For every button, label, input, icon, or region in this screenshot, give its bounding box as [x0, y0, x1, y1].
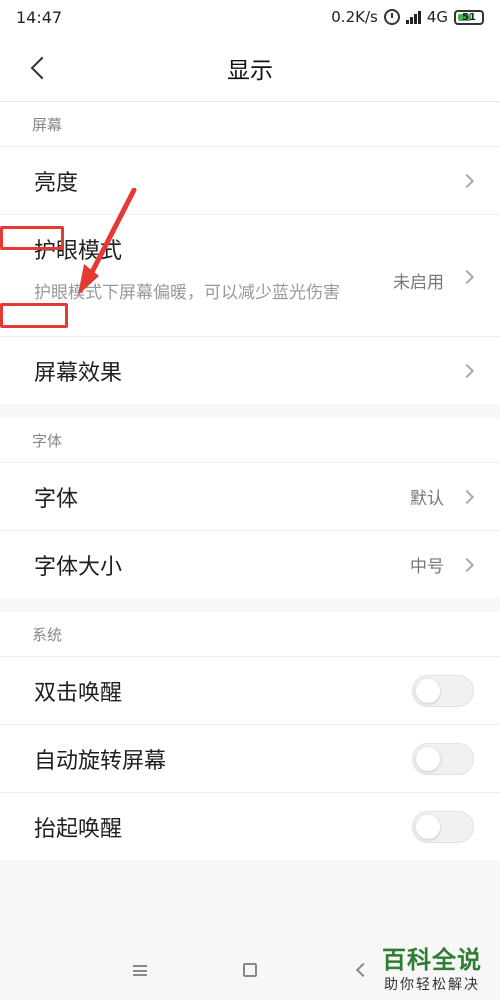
- raise-to-wake-setting[interactable]: 抬起唤醒: [0, 792, 500, 860]
- signal-icon: [405, 10, 421, 24]
- home-button[interactable]: [235, 955, 265, 985]
- chevron-right-icon: [459, 489, 475, 504]
- home-square-icon: [243, 963, 257, 977]
- back-chevron-icon: [30, 56, 54, 80]
- alarm-icon: [383, 9, 400, 25]
- section-label-screen: 屏幕: [32, 115, 63, 134]
- highlight-box-bottom: [0, 303, 68, 328]
- auto-rotate-label: 自动旋转屏幕: [34, 748, 167, 774]
- page-title: 显示: [227, 57, 273, 84]
- chevron-right-icon: [459, 173, 475, 188]
- section-label-font: 字体: [32, 431, 63, 450]
- font-size-setting[interactable]: 字体大小 中号: [0, 530, 500, 598]
- status-indicators: 0.2K/s 4G 51: [331, 8, 484, 26]
- screen-effect-setting[interactable]: 屏幕效果: [0, 336, 500, 404]
- section-label-system: 系统: [32, 625, 63, 644]
- raise-to-wake-label: 抬起唤醒: [34, 816, 123, 842]
- settings-header: 显示: [0, 34, 500, 102]
- network-speed: 0.2K/s: [331, 8, 378, 26]
- watermark-title: 百科全说: [382, 946, 482, 974]
- watermark-logo: 百科全说 助你轻松解决: [382, 946, 482, 994]
- font-size-label: 字体大小: [34, 554, 123, 580]
- chevron-right-icon: [459, 363, 475, 378]
- double-tap-wake-toggle[interactable]: [412, 674, 474, 707]
- watermark-subtitle: 助你轻松解决: [384, 977, 480, 993]
- recent-apps-button[interactable]: [125, 955, 155, 985]
- font-section: 字体 字体 默认 字体大小 中号: [0, 418, 500, 598]
- font-value: 默认: [410, 489, 444, 509]
- double-tap-wake-label: 双击唤醒: [34, 680, 123, 706]
- status-time: 14:47: [16, 7, 63, 27]
- screen-effect-label: 屏幕效果: [34, 360, 123, 386]
- back-icon: [355, 962, 371, 978]
- red-arrow-icon: [78, 188, 137, 295]
- auto-rotate-toggle[interactable]: [412, 742, 474, 775]
- double-tap-wake-setting[interactable]: 双击唤醒: [0, 656, 500, 724]
- status-bar: 14:47 0.2K/s 4G 51: [0, 0, 500, 34]
- battery-icon: 51: [454, 9, 484, 25]
- chevron-right-icon: [459, 557, 475, 572]
- network-type: 4G: [426, 8, 448, 26]
- battery-level: 51: [462, 11, 476, 23]
- font-label: 字体: [34, 486, 79, 512]
- raise-to-wake-toggle[interactable]: [412, 810, 474, 843]
- font-setting[interactable]: 字体 默认: [0, 462, 500, 530]
- eye-comfort-status: 未启用: [393, 273, 444, 293]
- menu-icon: [133, 964, 147, 976]
- system-section: 系统 双击唤醒 自动旋转屏幕 抬起唤醒: [0, 612, 500, 860]
- highlight-box-top: [0, 226, 64, 250]
- chevron-right-icon: [459, 269, 475, 285]
- auto-rotate-setting[interactable]: 自动旋转屏幕: [0, 724, 500, 792]
- font-size-value: 中号: [410, 557, 444, 577]
- system-back-button[interactable]: [345, 955, 375, 985]
- back-button[interactable]: [18, 48, 58, 88]
